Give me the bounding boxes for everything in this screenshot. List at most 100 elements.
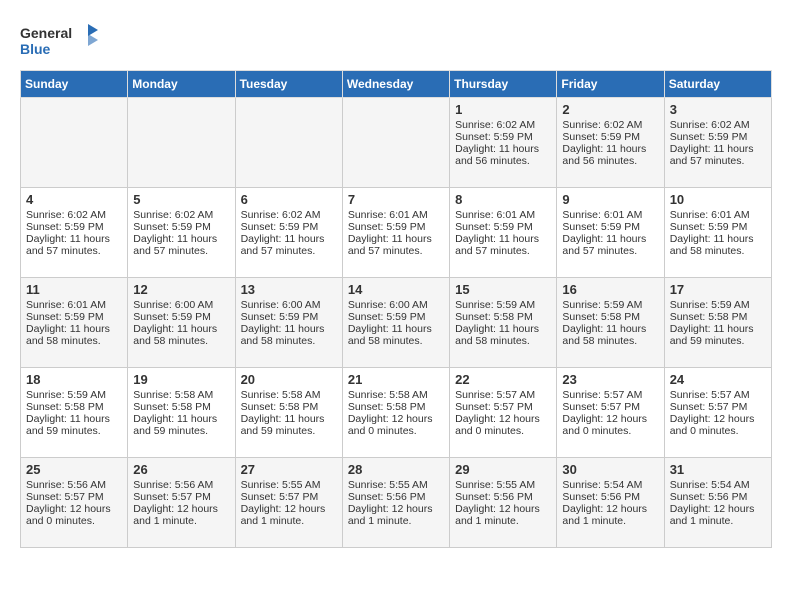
- day-number: 3: [670, 102, 766, 117]
- cell-info: Sunset: 5:59 PM: [562, 131, 658, 143]
- cell-info: Sunset: 5:58 PM: [26, 401, 122, 413]
- day-number: 24: [670, 372, 766, 387]
- cell-info: Sunrise: 6:02 AM: [670, 119, 766, 131]
- cell-info: Sunset: 5:58 PM: [241, 401, 337, 413]
- cell-info: Sunset: 5:56 PM: [348, 491, 444, 503]
- cell-info: Sunrise: 5:55 AM: [455, 479, 551, 491]
- calendar-cell: 16Sunrise: 5:59 AMSunset: 5:58 PMDayligh…: [557, 278, 664, 368]
- cell-info: Sunrise: 5:55 AM: [241, 479, 337, 491]
- calendar-cell: [128, 98, 235, 188]
- cell-info: Daylight: 11 hours and 56 minutes.: [562, 143, 658, 167]
- cell-info: Daylight: 11 hours and 57 minutes.: [670, 143, 766, 167]
- day-number: 31: [670, 462, 766, 477]
- cell-info: Sunset: 5:59 PM: [562, 221, 658, 233]
- cell-info: Daylight: 11 hours and 57 minutes.: [241, 233, 337, 257]
- cell-info: Daylight: 11 hours and 57 minutes.: [562, 233, 658, 257]
- col-header-sunday: Sunday: [21, 71, 128, 98]
- cell-info: Sunrise: 5:55 AM: [348, 479, 444, 491]
- cell-info: Sunrise: 5:58 AM: [241, 389, 337, 401]
- cell-info: Sunset: 5:57 PM: [241, 491, 337, 503]
- day-number: 6: [241, 192, 337, 207]
- cell-info: Sunset: 5:56 PM: [670, 491, 766, 503]
- cell-info: Sunrise: 6:02 AM: [133, 209, 229, 221]
- cell-info: Sunrise: 5:57 AM: [455, 389, 551, 401]
- cell-info: Daylight: 12 hours and 1 minute.: [455, 503, 551, 527]
- day-number: 22: [455, 372, 551, 387]
- calendar-cell: 13 Sunrise: 6:00 AMSunset: 5:59 PMDayligh…: [235, 278, 342, 368]
- cell-info: Sunrise: 6:00 AM: [348, 299, 444, 311]
- cell-info: Daylight: 11 hours and 58 minutes.: [241, 323, 337, 347]
- cell-info: Daylight: 11 hours and 57 minutes.: [133, 233, 229, 257]
- cell-info: Sunrise: 6:00 AM: [241, 299, 337, 311]
- day-number: 27: [241, 462, 337, 477]
- day-number: 29: [455, 462, 551, 477]
- week-row-5: 25 Sunrise: 5:56 AM Sunset: 5:57 PM Dayligh…: [21, 458, 772, 548]
- cell-info: Sunrise: 5:57 AM: [670, 389, 766, 401]
- cell-info: Sunset: 5:59 PM: [241, 311, 337, 323]
- day-number: 9: [562, 192, 658, 207]
- day-number: 16: [562, 282, 658, 297]
- calendar-cell: 31Sunrise: 5:54 AMSunset: 5:56 PMDayligh…: [664, 458, 771, 548]
- cell-info: Sunset: 5:57 PM: [562, 401, 658, 413]
- cell-info: Daylight: 11 hours and 56 minutes.: [455, 143, 551, 167]
- calendar-header-row: SundayMondayTuesdayWednesdayThursdayFrid…: [21, 71, 772, 98]
- day-number: 17: [670, 282, 766, 297]
- cell-info: Sunset: 5:57 PM: [26, 491, 122, 503]
- calendar-cell: 25Sunrise: 5:56 AMSunset: 5:57 PMDayligh…: [21, 458, 128, 548]
- calendar-cell: 30Sunrise: 5:54 AMSunset: 5:56 PMDayligh…: [557, 458, 664, 548]
- cell-info: Sunrise: 6:02 AM: [562, 119, 658, 131]
- logo: General Blue: [20, 20, 100, 60]
- col-header-wednesday: Wednesday: [342, 71, 449, 98]
- cell-info: Daylight: 11 hours and 58 minutes.: [670, 233, 766, 257]
- logo-svg: General Blue: [20, 20, 100, 60]
- cell-info: Sunset: 5:59 PM: [670, 221, 766, 233]
- cell-info: Sunrise: 5:59 AM: [455, 299, 551, 311]
- page-header: General Blue: [20, 20, 772, 60]
- cell-info: Sunrise: 6:01 AM: [670, 209, 766, 221]
- calendar-cell: 22Sunrise: 5:57 AMSunset: 5:57 PMDayligh…: [450, 368, 557, 458]
- calendar-cell: 12Sunrise: 6:00 AMSunset: 5:59 PMDayligh…: [128, 278, 235, 368]
- cell-info: Daylight: 12 hours and 1 minute.: [562, 503, 658, 527]
- cell-info: Daylight: 12 hours and 0 minutes.: [348, 413, 444, 437]
- calendar-cell: 19Sunrise: 5:58 AMSunset: 5:58 PMDayligh…: [128, 368, 235, 458]
- cell-info: Sunset: 5:58 PM: [133, 401, 229, 413]
- col-header-monday: Monday: [128, 71, 235, 98]
- calendar-cell: [21, 98, 128, 188]
- day-number: 2: [562, 102, 658, 117]
- cell-info: Sunrise: 5:57 AM: [562, 389, 658, 401]
- cell-info: Daylight: 11 hours and 57 minutes.: [348, 233, 444, 257]
- cell-info: Daylight: 11 hours and 58 minutes.: [348, 323, 444, 347]
- day-number: 8: [455, 192, 551, 207]
- day-number: 13: [241, 282, 337, 297]
- cell-info: Sunset: 5:56 PM: [562, 491, 658, 503]
- day-number: 23: [562, 372, 658, 387]
- cell-info: Daylight: 12 hours and 0 minutes.: [562, 413, 658, 437]
- cell-info: Daylight: 11 hours and 58 minutes.: [562, 323, 658, 347]
- cell-info: Sunrise: 6:01 AM: [26, 299, 122, 311]
- calendar-cell: 24Sunrise: 5:57 AMSunset: 5:57 PMDayligh…: [664, 368, 771, 458]
- calendar-cell: 10Sunrise: 6:01 AMSunset: 5:59 PMDayligh…: [664, 188, 771, 278]
- day-number: 21: [348, 372, 444, 387]
- calendar-cell: 5Sunrise: 6:02 AMSunset: 5:59 PMDaylight…: [128, 188, 235, 278]
- cell-info: Sunset: 5:59 PM: [455, 131, 551, 143]
- day-number: 26: [133, 462, 229, 477]
- calendar-cell: [342, 98, 449, 188]
- cell-info: Daylight: 11 hours and 58 minutes.: [133, 323, 229, 347]
- day-number: 30: [562, 462, 658, 477]
- cell-info: Sunrise: 5:56 AM: [133, 479, 229, 491]
- day-number: 25: [26, 462, 122, 477]
- col-header-saturday: Saturday: [664, 71, 771, 98]
- day-number: 15: [455, 282, 551, 297]
- cell-info: Sunrise: 6:01 AM: [455, 209, 551, 221]
- day-number: 12: [133, 282, 229, 297]
- cell-info: Sunset: 5:58 PM: [562, 311, 658, 323]
- calendar-cell: 20Sunrise: 5:58 AMSunset: 5:58 PMDayligh…: [235, 368, 342, 458]
- cell-info: Sunset: 5:59 PM: [348, 221, 444, 233]
- svg-text:Blue: Blue: [20, 41, 51, 57]
- cell-info: Daylight: 12 hours and 1 minute.: [133, 503, 229, 527]
- calendar-cell: 14Sunrise: 6:00 AMSunset: 5:59 PMDayligh…: [342, 278, 449, 368]
- cell-info: Daylight: 11 hours and 59 minutes.: [670, 323, 766, 347]
- day-number: 7: [348, 192, 444, 207]
- calendar-cell: 26Sunrise: 5:56 AMSunset: 5:57 PMDayligh…: [128, 458, 235, 548]
- calendar-cell: 29Sunrise: 5:55 AMSunset: 5:56 PMDayligh…: [450, 458, 557, 548]
